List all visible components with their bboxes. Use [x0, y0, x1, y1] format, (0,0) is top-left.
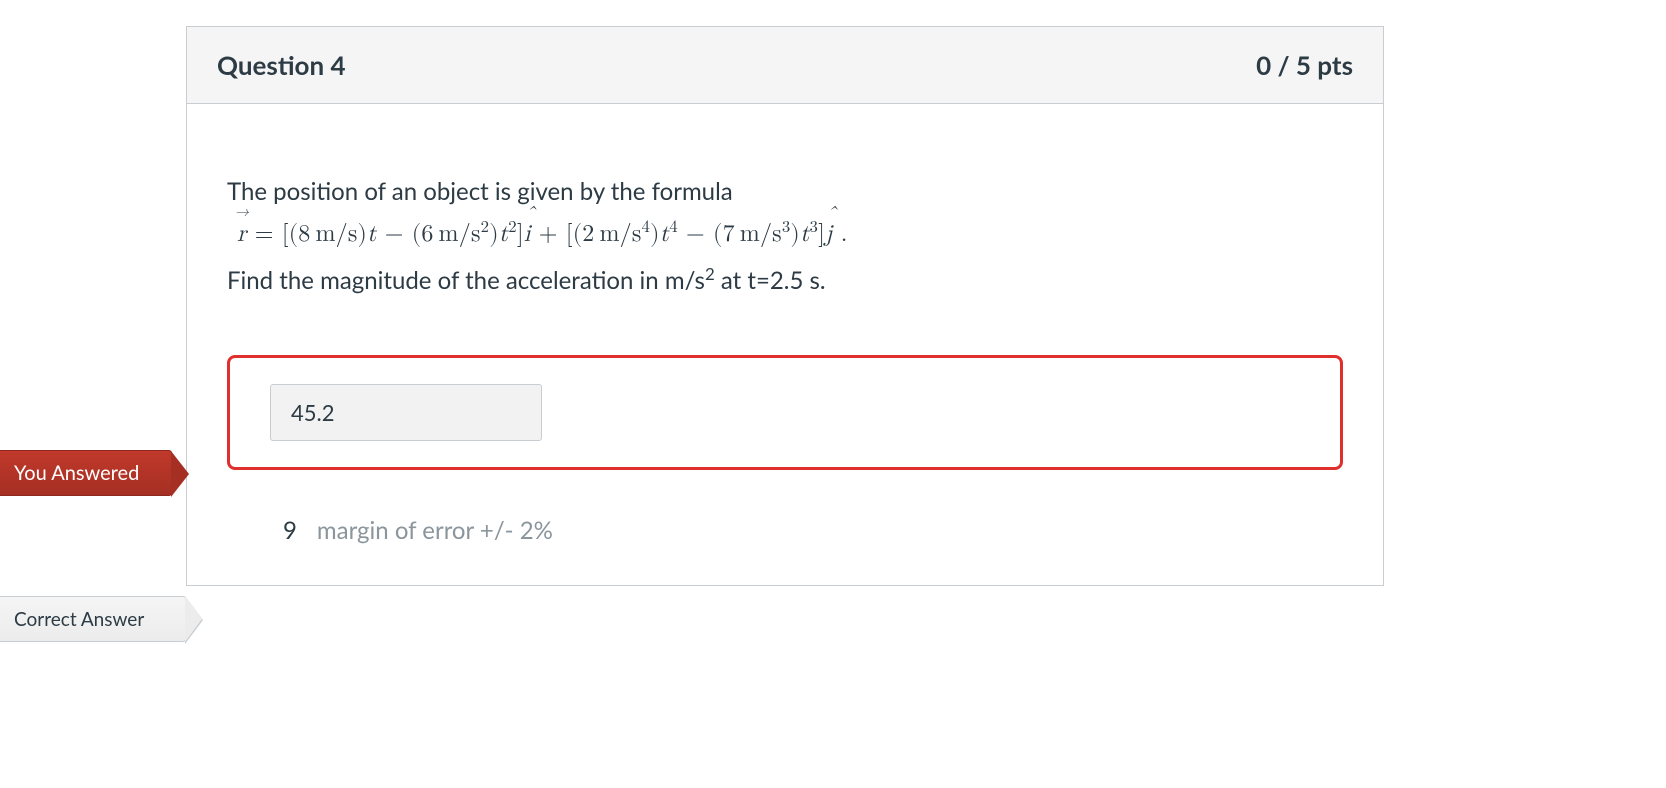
user-answer-value: 45.2 [270, 384, 542, 441]
answer-section: 45.2 9 margin of error +/- 2% [227, 355, 1343, 545]
question-prompt-line2: Find the magnitude of the acceleration i… [227, 263, 1343, 295]
correct-answer-value: 9 [283, 516, 297, 545]
question-header: Question 4 0 / 5 pts [187, 27, 1383, 104]
question-title: Question 4 [217, 49, 346, 81]
question-body: The position of an object is given by th… [187, 104, 1383, 585]
question-prompt-line1: The position of an object is given by th… [227, 174, 1343, 210]
user-answer-box: 45.2 [227, 355, 1343, 470]
correct-answer-margin: margin of error +/- 2% [317, 516, 553, 545]
correct-answer-flag: Correct Answer [0, 596, 186, 642]
correct-answer-row: 9 margin of error +/- 2% [283, 516, 1343, 545]
you-answered-label: You Answered [14, 461, 139, 485]
question-formula: r = [(8 m/s)t − (6 m/s2)t2]i + [(2 m/s4)… [237, 218, 1343, 249]
question-container: Question 4 0 / 5 pts The position of an … [186, 26, 1384, 586]
you-answered-flag: You Answered [0, 450, 172, 496]
question-points: 0 / 5 pts [1256, 49, 1353, 81]
correct-answer-label: Correct Answer [14, 608, 144, 631]
